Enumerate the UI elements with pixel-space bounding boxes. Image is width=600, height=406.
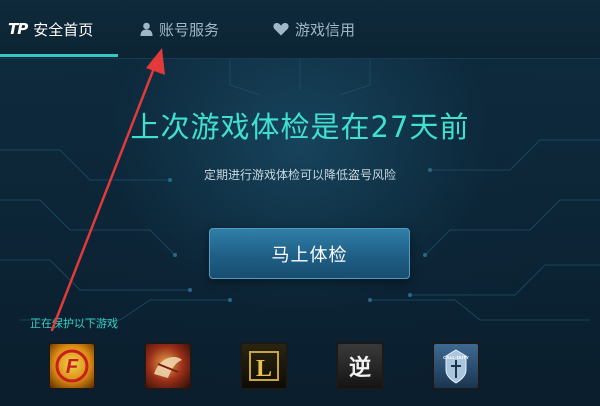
protected-games-list: F L 逆 CALL·DUTY — [0, 338, 600, 406]
svg-text:逆: 逆 — [349, 355, 371, 381]
check-now-button[interactable]: 马上体检 — [209, 228, 410, 279]
tab-game-credit[interactable]: 游戏信用 — [273, 0, 355, 58]
svg-text:F: F — [66, 356, 79, 378]
user-icon — [140, 22, 153, 36]
tab-game-credit-label: 游戏信用 — [295, 20, 356, 39]
protected-games-label: 正在保护以下游戏 — [30, 317, 118, 330]
top-navigation-bar: TP 安全首页 账号服务 游戏信用 — [0, 0, 600, 59]
tiantian-logo[interactable] — [144, 342, 192, 390]
tab-account-service[interactable]: 账号服务 — [140, 0, 219, 58]
last-check-headline: 上次游戏体检是在27天前 — [130, 110, 470, 144]
svg-text:CALL·DUTY: CALL·DUTY — [443, 355, 469, 360]
call-of-duty-logo[interactable]: CALL·DUTY — [432, 342, 480, 390]
league-of-legends-logo[interactable]: L — [240, 342, 288, 390]
check-tip-text: 定期进行游戏体检可以降低盗号风险 — [203, 168, 396, 182]
tp-logo-icon: TP — [8, 20, 28, 38]
ni-logo[interactable]: 逆 — [336, 342, 384, 390]
tab-account-service-label: 账号服务 — [159, 20, 220, 39]
svg-text:L: L — [256, 356, 272, 382]
active-tab-indicator — [0, 54, 118, 57]
tab-security-home[interactable]: TP 安全首页 — [8, 0, 93, 58]
tab-security-home-label: 安全首页 — [33, 20, 94, 39]
crossfire-logo[interactable]: F — [48, 342, 96, 390]
heart-icon — [273, 22, 289, 36]
